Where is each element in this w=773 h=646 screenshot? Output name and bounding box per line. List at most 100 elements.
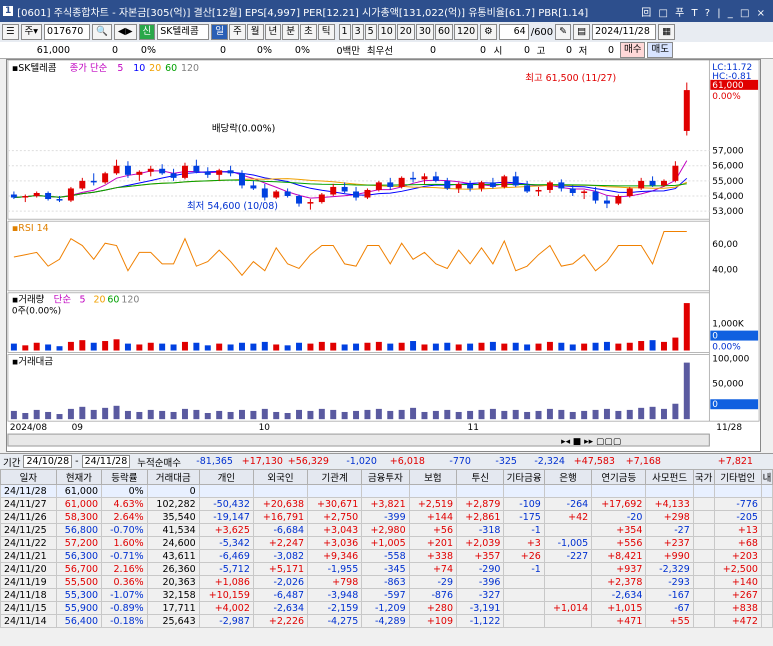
table-cell xyxy=(543,484,593,498)
to-date-input[interactable]: 24/11/28 xyxy=(81,455,131,468)
period-label: 기간 xyxy=(3,457,21,469)
table-row[interactable]: 24/11/15 55,900 -0.89% 17,711 +4,002 -2,634 -2… xyxy=(0,601,773,615)
period-tab-0[interactable]: 일 xyxy=(211,24,229,40)
column-header[interactable]: 보험 xyxy=(408,469,458,485)
net-label: 누적순매수 xyxy=(137,457,181,469)
table-row[interactable]: 24/11/20 56,700 2.16% 26,360 -5,712 +5,171 -1,… xyxy=(0,562,773,576)
x-axis-label: 11 xyxy=(468,423,479,433)
search-icon[interactable]: 🔍 xyxy=(92,24,112,40)
date-separator: - xyxy=(75,456,79,467)
interval-button-2[interactable]: 5 xyxy=(364,24,377,40)
column-header[interactable]: 기타법인 xyxy=(713,469,762,485)
interval-button-5[interactable]: 30 xyxy=(415,24,434,40)
list-icon[interactable]: ☰ xyxy=(2,24,19,40)
print-icon[interactable]: ▤ xyxy=(573,24,591,40)
column-header[interactable]: 은행 xyxy=(543,469,593,485)
period-tab-3[interactable]: 년 xyxy=(264,24,282,40)
table-cell: 32,158 xyxy=(146,588,200,602)
table-body: 24/11/28 61,000 0% 0 24/11/27 61,000 4.63% 102,… xyxy=(0,484,773,628)
table-cell: -50,432 xyxy=(198,497,254,511)
volume-bar xyxy=(330,342,337,351)
table-cell: -396 xyxy=(456,575,505,589)
period-tab-5[interactable]: 초 xyxy=(300,24,317,40)
stock-code-input[interactable]: 017670 xyxy=(44,24,91,40)
table-row[interactable]: 24/11/14 56,400 -0.18% 25,643 -2,987 +2,226 -4… xyxy=(0,614,773,628)
sum-value: -325 xyxy=(495,456,517,467)
type-select[interactable]: 주▾ xyxy=(20,24,43,40)
table-cell: +937 xyxy=(591,562,647,576)
table-row[interactable]: 24/11/28 61,000 0% 0 xyxy=(0,484,773,498)
table-row[interactable]: 24/11/19 55,500 0.36% 20,363 +1,086 -2,026 +79… xyxy=(0,575,773,589)
column-header[interactable]: 금융투자 xyxy=(361,469,410,485)
table-cell xyxy=(692,484,715,498)
table-cell: -0.70% xyxy=(101,523,148,537)
column-header[interactable]: 일자 xyxy=(0,469,57,485)
column-header[interactable]: 개인 xyxy=(198,469,254,485)
window-controls[interactable]: 回 □ 푸 T ? | _ □ × xyxy=(641,4,767,19)
table-row[interactable]: 24/11/22 57,200 1.60% 24,600 -5,342 +2,247 +3,… xyxy=(0,536,773,550)
period-tab-1[interactable]: 주 xyxy=(229,24,246,40)
candle-body xyxy=(546,182,553,190)
quote-pct3: 0% xyxy=(294,44,310,56)
table-row[interactable]: 24/11/27 61,000 4.63% 102,282 -50,432 +20,638… xyxy=(0,497,773,511)
interval-button-6[interactable]: 60 xyxy=(434,24,454,40)
table-cell xyxy=(692,510,715,524)
candle-body xyxy=(284,191,291,197)
table-cell: +237 xyxy=(645,536,694,550)
column-header[interactable]: 등락률 xyxy=(101,469,148,485)
credit-icon[interactable]: 신 xyxy=(138,24,156,40)
volume-bar xyxy=(672,337,679,351)
table-row[interactable]: 24/11/18 55,300 -1.07% 32,158 +10,159 -6,487-… xyxy=(0,588,773,602)
stock-chart[interactable]: ▪SK텔레콤 종가 단순 5 10 20 60 120▪RSI 14▪거래량 단순 5 20 60 1… xyxy=(6,59,761,452)
interval-button-4[interactable]: 20 xyxy=(396,24,415,40)
table-row[interactable]: 24/11/26 58,300 2.64% 35,540 -19,147 +16,791 +… xyxy=(0,510,773,524)
column-header[interactable]: 거래대금 xyxy=(146,469,200,485)
buy-button[interactable]: 매수 xyxy=(620,42,646,58)
interval-button-0[interactable]: 1 xyxy=(338,24,351,40)
quote-vol: 0백만 xyxy=(336,46,360,57)
column-header[interactable]: 내 xyxy=(760,469,773,485)
table-cell: 24/11/25 xyxy=(0,523,57,537)
column-header[interactable]: 연기금등 xyxy=(591,469,647,485)
interval-button-1[interactable]: 3 xyxy=(351,24,364,40)
column-header[interactable]: 국가 xyxy=(692,469,715,485)
table-cell: 24/11/26 xyxy=(0,510,57,524)
interval-button-7[interactable]: 120 xyxy=(454,24,479,40)
count-input[interactable]: 64 xyxy=(498,24,529,40)
settings-icon[interactable]: ⚙ xyxy=(480,24,497,40)
volume-bar xyxy=(364,342,371,351)
table-cell: 43,611 xyxy=(146,549,200,563)
interval-button-3[interactable]: 10 xyxy=(377,24,396,40)
calendar-icon[interactable]: ▦ xyxy=(658,24,676,40)
table-row[interactable]: 24/11/25 56,800 -0.70% 41,534 +3,625 -6,684 +3… xyxy=(0,523,773,537)
table-cell: 56,700 xyxy=(55,562,103,576)
x-axis-label: 10 xyxy=(259,423,271,433)
column-header[interactable]: 외국인 xyxy=(252,469,309,485)
period-tab-2[interactable]: 월 xyxy=(246,24,264,40)
column-header[interactable]: 투신 xyxy=(456,469,505,485)
arrow-icon[interactable]: ◀▶ xyxy=(113,24,137,40)
column-header[interactable]: 사모펀드 xyxy=(645,469,694,485)
period-tab-6[interactable]: 틱 xyxy=(317,24,335,40)
date-input[interactable]: 2024/11/28 xyxy=(592,24,657,40)
quote-b1: 0 xyxy=(429,44,436,56)
table-cell: -318 xyxy=(456,523,505,537)
current-price-label: 61,000 xyxy=(712,81,744,91)
tool-icon[interactable]: ✎ xyxy=(555,24,572,40)
table-cell xyxy=(760,562,773,576)
column-header[interactable]: 기관계 xyxy=(307,469,363,485)
vol-ma-label: 20 xyxy=(93,295,105,306)
ma-title: 종가 단순 xyxy=(70,63,108,74)
amount-bar xyxy=(102,407,109,420)
from-date-input[interactable]: 24/10/28 xyxy=(23,455,73,468)
table-cell xyxy=(760,523,773,537)
table-cell: +3 xyxy=(503,536,545,550)
sell-button[interactable]: 매도 xyxy=(647,42,673,58)
vol-ma-label: 60 xyxy=(107,295,119,306)
column-header[interactable]: 현재가 xyxy=(55,469,103,485)
sum-value: -2,324 xyxy=(534,456,565,467)
table-cell xyxy=(543,588,593,602)
period-tab-4[interactable]: 분 xyxy=(282,24,300,40)
table-row[interactable]: 24/11/21 56,300 -0.71% 43,611 -6,469 -3,082 +9… xyxy=(0,549,773,563)
column-header[interactable]: 기타금융 xyxy=(503,469,545,485)
